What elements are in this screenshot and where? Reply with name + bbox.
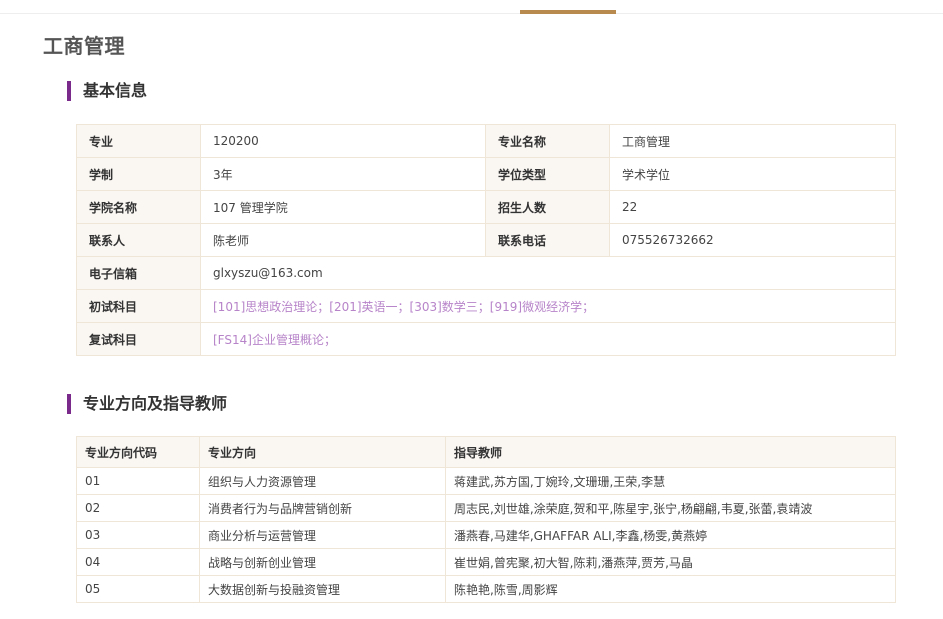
column-header-direction: 专业方向 [199, 436, 446, 468]
direction-advisors: 周志民,刘世雄,涂荣庭,贺和平,陈星宇,张宁,杨翩翩,韦夏,张蕾,袁靖波 [445, 494, 896, 522]
info-row: 专业 120200 专业名称 工商管理 [76, 124, 896, 158]
direction-code: 05 [76, 575, 200, 603]
direction-name: 商业分析与运营管理 [199, 521, 446, 549]
initial-exam-subjects-link[interactable]: [101]思想政治理论；[201]英语一；[303]数学三；[919]微观经济学… [200, 289, 896, 323]
field-value: 22 [609, 190, 896, 224]
info-row-initial-exam: 初试科目 [101]思想政治理论；[201]英语一；[303]数学三；[919]… [76, 289, 896, 323]
field-value: 学术学位 [609, 157, 896, 191]
field-value: 075526732662 [609, 223, 896, 257]
direction-name: 战略与创新创业管理 [199, 548, 446, 576]
field-label: 招生人数 [485, 190, 610, 224]
field-label: 学位类型 [485, 157, 610, 191]
field-value: 120200 [200, 124, 486, 158]
table-header-row: 专业方向代码 专业方向 指导教师 [76, 436, 896, 468]
retest-label: 复试科目 [76, 322, 201, 356]
direction-advisors: 崔世娟,曾宪聚,初大智,陈莉,潘燕萍,贾芳,马晶 [445, 548, 896, 576]
direction-code: 03 [76, 521, 200, 549]
field-value: 107 管理学院 [200, 190, 486, 224]
field-label: 学院名称 [76, 190, 201, 224]
initial-exam-label: 初试科目 [76, 289, 201, 323]
directions-table: 专业方向代码 专业方向 指导教师 01 组织与人力资源管理 蒋建武,苏方国,丁婉… [76, 436, 896, 603]
direction-advisors: 潘燕春,马建华,GHAFFAR ALI,李鑫,杨雯,黄燕婷 [445, 521, 896, 549]
info-row-email: 电子信箱 glxyszu@163.com [76, 256, 896, 290]
field-label: 学制 [76, 157, 201, 191]
table-row: 03 商业分析与运营管理 潘燕春,马建华,GHAFFAR ALI,李鑫,杨雯,黄… [76, 521, 896, 549]
email-label: 电子信箱 [76, 256, 201, 290]
info-row: 学院名称 107 管理学院 招生人数 22 [76, 190, 896, 224]
direction-advisors: 蒋建武,苏方国,丁婉玲,文珊珊,王荣,李慧 [445, 467, 896, 495]
section-title-directions: 专业方向及指导教师 [67, 394, 227, 414]
direction-name: 消费者行为与品牌营销创新 [199, 494, 446, 522]
retest-subjects-link[interactable]: [FS14]企业管理概论； [200, 322, 896, 356]
info-row-retest: 复试科目 [FS14]企业管理概论； [76, 322, 896, 356]
page: 工商管理 基本信息 专业 120200 专业名称 工商管理 学制 3年 学位类型… [0, 0, 943, 619]
table-row: 05 大数据创新与投融资管理 陈艳艳,陈雪,周影辉 [76, 575, 896, 603]
direction-code: 02 [76, 494, 200, 522]
top-divider [0, 13, 943, 14]
field-value: 3年 [200, 157, 486, 191]
direction-advisors: 陈艳艳,陈雪,周影辉 [445, 575, 896, 603]
direction-code: 01 [76, 467, 200, 495]
page-title: 工商管理 [43, 34, 125, 58]
email-value: glxyszu@163.com [200, 256, 896, 290]
section-title-basic-info: 基本信息 [67, 81, 147, 101]
field-label: 联系电话 [485, 223, 610, 257]
table-row: 04 战略与创新创业管理 崔世娟,曾宪聚,初大智,陈莉,潘燕萍,贾芳,马晶 [76, 548, 896, 576]
field-value: 陈老师 [200, 223, 486, 257]
info-row: 联系人 陈老师 联系电话 075526732662 [76, 223, 896, 257]
table-row: 02 消费者行为与品牌营销创新 周志民,刘世雄,涂荣庭,贺和平,陈星宇,张宁,杨… [76, 494, 896, 522]
field-label: 联系人 [76, 223, 201, 257]
field-value: 工商管理 [609, 124, 896, 158]
field-label: 专业 [76, 124, 201, 158]
direction-code: 04 [76, 548, 200, 576]
active-tab-indicator [520, 10, 616, 14]
info-row: 学制 3年 学位类型 学术学位 [76, 157, 896, 191]
direction-name: 组织与人力资源管理 [199, 467, 446, 495]
field-label: 专业名称 [485, 124, 610, 158]
column-header-code: 专业方向代码 [76, 436, 200, 468]
column-header-advisors: 指导教师 [445, 436, 896, 468]
basic-info-table: 专业 120200 专业名称 工商管理 学制 3年 学位类型 学术学位 学院名称… [76, 124, 896, 356]
direction-name: 大数据创新与投融资管理 [199, 575, 446, 603]
table-row: 01 组织与人力资源管理 蒋建武,苏方国,丁婉玲,文珊珊,王荣,李慧 [76, 467, 896, 495]
